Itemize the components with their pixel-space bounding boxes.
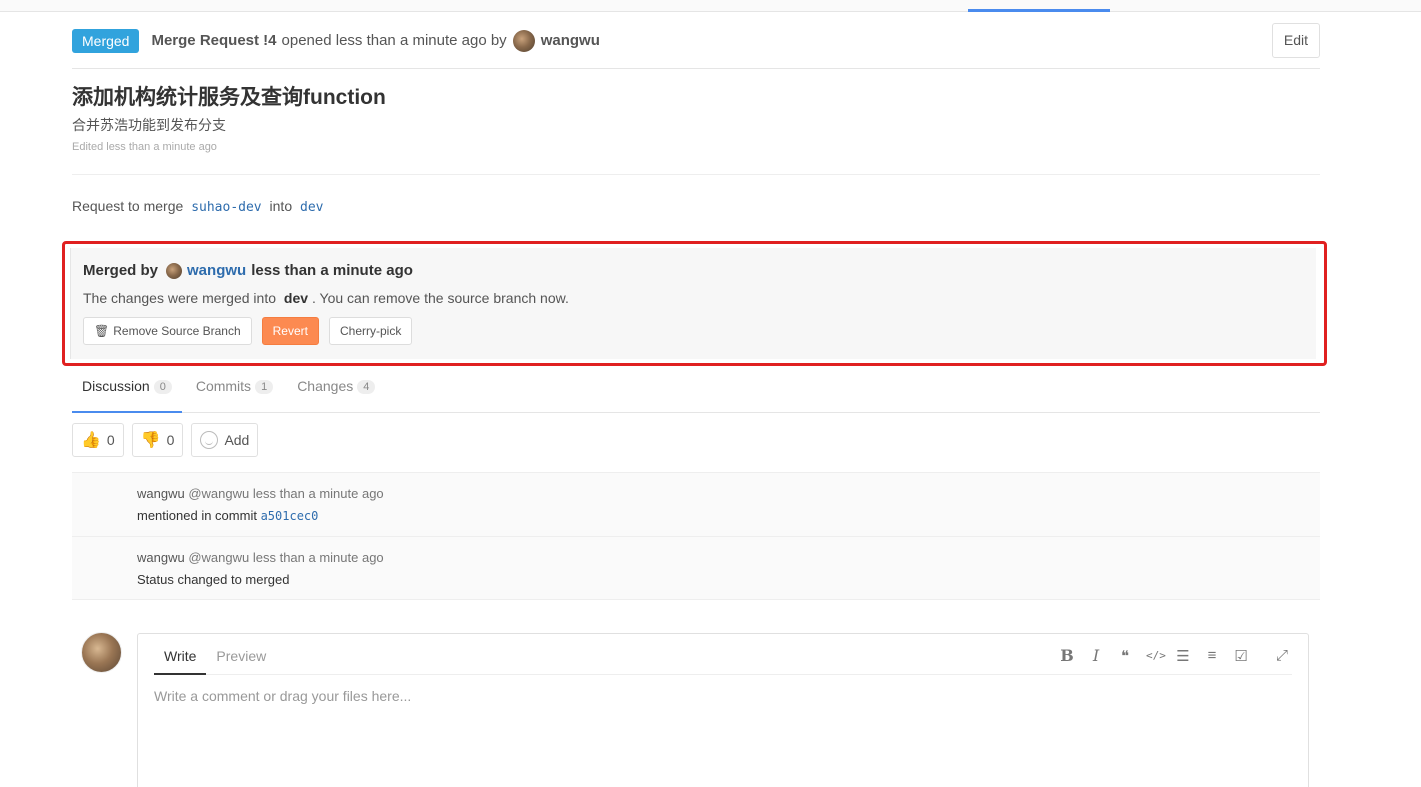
edit-button[interactable]: Edit xyxy=(1271,23,1320,58)
thumbs-up-icon: 👍 xyxy=(81,432,101,449)
target-branch-link[interactable]: dev xyxy=(300,200,323,215)
italic-icon[interactable]: I xyxy=(1088,646,1104,665)
add-emoji-label: Add xyxy=(224,432,250,448)
current-user-avatar[interactable] xyxy=(81,632,122,673)
mr-opened-text: opened less than a minute ago by xyxy=(281,32,507,49)
mr-description: 合并苏浩功能到发布分支 xyxy=(72,117,226,133)
numbered-list-icon[interactable]: ≡ xyxy=(1204,647,1220,664)
note-body-text: mentioned in commit xyxy=(137,508,257,523)
status-badge: Merged xyxy=(72,28,140,53)
tab-commits-count: 1 xyxy=(255,380,274,394)
tab-write[interactable]: Write xyxy=(154,634,207,675)
note-body: mentioned in commit a501cec0 xyxy=(137,508,1320,523)
active-nav-indicator xyxy=(968,9,1110,12)
top-nav-bar xyxy=(0,0,1421,12)
comment-tab-divider xyxy=(154,674,1292,675)
note-body: Status changed to merged xyxy=(137,572,1320,587)
tab-discussion[interactable]: Discussion 0 xyxy=(72,371,182,413)
list-item: wangwu @wangwu less than a minute ago me… xyxy=(72,472,1320,536)
mr-tabs: Discussion 0 Commits 1 Changes 4 xyxy=(72,371,1320,413)
merged-note-suffix: . You can remove the source branch now. xyxy=(312,290,569,306)
note-meta: wangwu @wangwu less than a minute ago xyxy=(137,486,1320,501)
thumbs-down-icon: 👎 xyxy=(140,432,161,449)
tab-discussion-label: Discussion xyxy=(82,378,150,394)
quote-icon[interactable]: ❝ xyxy=(1117,647,1133,665)
comment-textarea[interactable]: Write a comment or drag your files here.… xyxy=(154,688,411,704)
award-emoji-bar: 👍 0 👎 0 Add xyxy=(72,423,259,457)
thumbs-up-button[interactable]: 👍 0 xyxy=(72,423,124,457)
note-body-text: Status changed to merged xyxy=(137,572,290,587)
notes-list: wangwu @wangwu less than a minute ago me… xyxy=(72,472,1320,600)
note-handle[interactable]: @wangwu xyxy=(188,550,249,565)
merged-widget: Merged by wangwu less than a minute ago … xyxy=(70,248,1316,359)
tab-changes[interactable]: Changes 4 xyxy=(287,371,385,413)
page-title: 添加机构统计服务及查询function xyxy=(72,86,386,109)
trash-icon: 🗑 xyxy=(94,324,110,338)
remove-source-branch-button[interactable]: 🗑 Remove Source Branch xyxy=(83,317,252,345)
markdown-toolbar: B I ❝ </> ☰ ≡ ☑ ⤢ xyxy=(1059,646,1290,665)
list-item: wangwu @wangwu less than a minute ago St… xyxy=(72,536,1320,600)
request-prefix: Request to merge xyxy=(72,198,184,214)
thumbs-down-button[interactable]: 👎 0 xyxy=(131,423,184,457)
note-time: less than a minute ago xyxy=(252,550,384,565)
into-text: into xyxy=(269,198,293,214)
merged-actions: 🗑 Remove Source Branch Revert Cherry-pic… xyxy=(83,317,1316,345)
note-handle[interactable]: @wangwu xyxy=(188,486,249,501)
thumbs-up-count: 0 xyxy=(106,432,115,448)
merged-time: less than a minute ago xyxy=(251,262,413,279)
revert-button[interactable]: Revert xyxy=(261,317,319,345)
note-time: less than a minute ago xyxy=(252,486,384,501)
smiley-icon xyxy=(200,431,219,449)
merged-note-branch: dev xyxy=(283,290,309,306)
merger-name[interactable]: wangwu xyxy=(187,262,246,279)
merger-avatar[interactable] xyxy=(166,262,183,279)
comment-form: Write Preview B I ❝ </> ☰ ≡ ☑ ⤢ Write a … xyxy=(137,633,1309,787)
cherry-pick-button[interactable]: Cherry-pick xyxy=(328,317,413,345)
mr-header: Merged Merge Request !4 opened less than… xyxy=(72,13,1320,69)
thumbs-down-count: 0 xyxy=(166,432,175,448)
remove-source-branch-label: Remove Source Branch xyxy=(113,324,241,338)
comment-tabs: Write Preview xyxy=(154,634,276,675)
merged-by-line: Merged by wangwu less than a minute ago xyxy=(83,262,1316,279)
bold-icon[interactable]: B xyxy=(1059,646,1075,665)
note-author[interactable]: wangwu xyxy=(137,486,185,501)
tab-preview[interactable]: Preview xyxy=(206,634,276,675)
tab-commits[interactable]: Commits 1 xyxy=(186,371,283,413)
tab-commits-label: Commits xyxy=(195,378,252,394)
merged-note-prefix: The changes were merged into xyxy=(83,290,276,306)
merged-note: The changes were merged into dev. You ca… xyxy=(83,290,1316,306)
add-emoji-button[interactable]: Add xyxy=(191,423,259,457)
note-meta: wangwu @wangwu less than a minute ago xyxy=(137,550,1320,565)
merge-request-page: Merged Merge Request !4 opened less than… xyxy=(62,13,1327,787)
merged-widget-highlight: Merged by wangwu less than a minute ago … xyxy=(62,241,1327,366)
merged-by-label: Merged by xyxy=(83,262,159,279)
tab-changes-label: Changes xyxy=(297,378,354,394)
tab-discussion-count: 0 xyxy=(153,380,172,394)
task-list-icon[interactable]: ☑ xyxy=(1233,647,1249,665)
edited-timestamp: Edited less than a minute ago xyxy=(72,141,217,153)
tab-changes-count: 4 xyxy=(357,380,376,394)
mr-title-block: 添加机构统计服务及查询function 合并苏浩功能到发布分支 Edited l… xyxy=(72,69,1320,175)
mr-reference: Merge Request !4 xyxy=(151,32,277,49)
source-branch-link[interactable]: suhao-dev xyxy=(191,200,261,215)
note-author[interactable]: wangwu xyxy=(137,550,185,565)
author-name[interactable]: wangwu xyxy=(541,32,600,49)
code-icon[interactable]: </> xyxy=(1146,649,1166,662)
fullscreen-icon[interactable]: ⤢ xyxy=(1274,647,1290,664)
bullet-list-icon[interactable]: ☰ xyxy=(1175,647,1191,665)
author-avatar[interactable] xyxy=(512,29,535,52)
merge-request-branches: Request to merge suhao-dev into dev xyxy=(72,198,1320,218)
commit-link[interactable]: a501cec0 xyxy=(261,509,319,523)
